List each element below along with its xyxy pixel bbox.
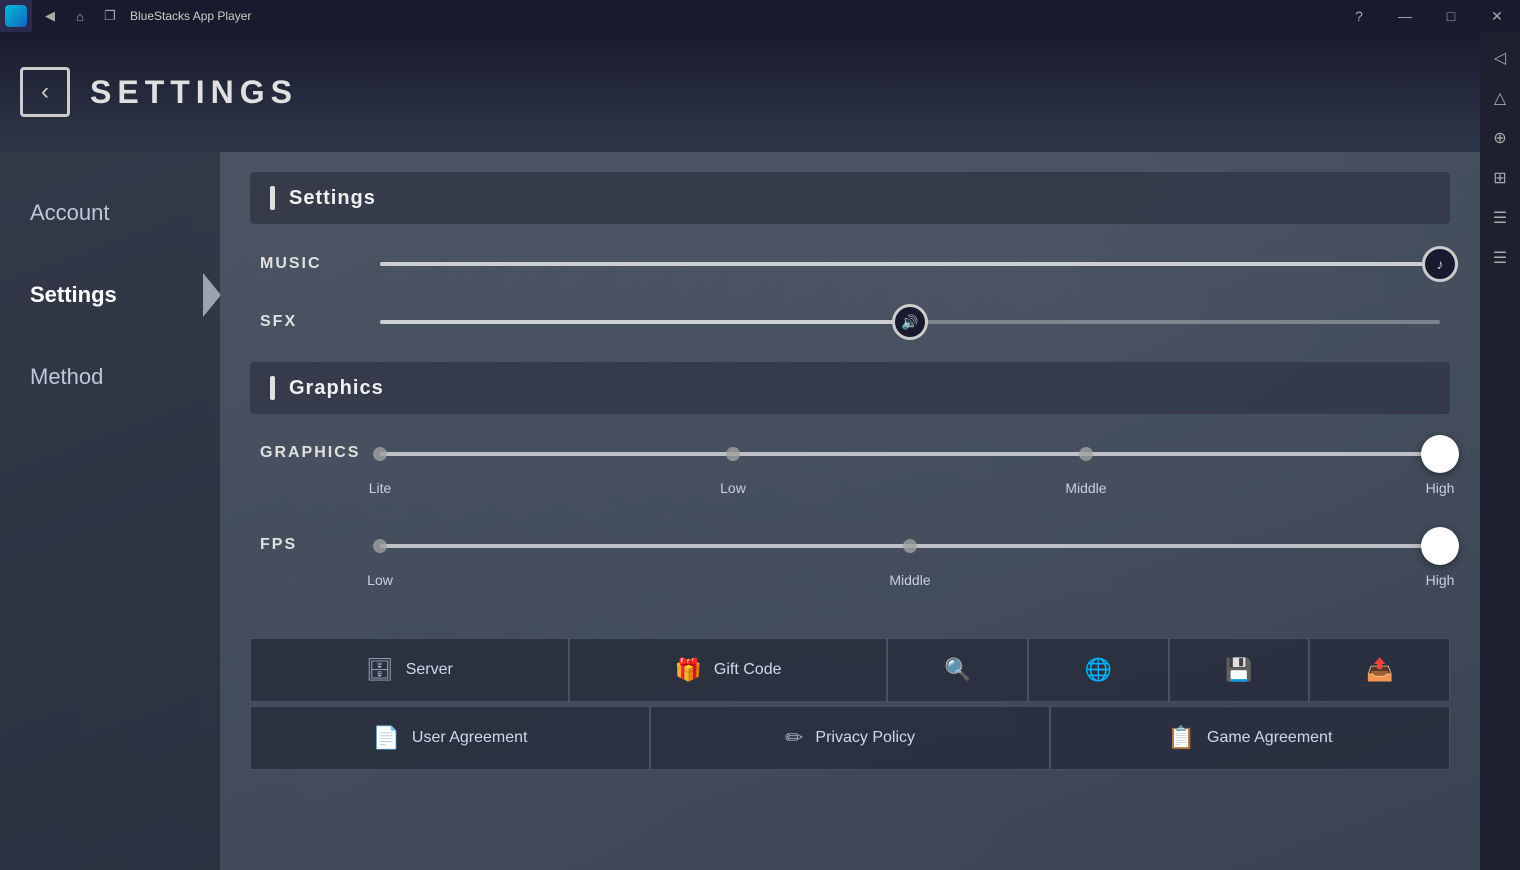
sidebar-btn-2[interactable]: △ [1482,80,1518,116]
graphics-label-low: Low [720,480,746,496]
sidebar-btn-5[interactable]: ☰ [1482,200,1518,236]
privacy-policy-button[interactable]: ✏ Privacy Policy [650,706,1050,770]
fps-label-high: High [1426,572,1455,588]
fps-slider[interactable]: Low Middle High [380,526,1440,598]
sfx-slider-row: SFX 🔊 [250,302,1450,342]
minimize-button[interactable]: — [1382,0,1428,32]
save-button[interactable]: 💾 [1169,638,1310,702]
back-button[interactable]: ‹ [20,67,70,117]
graphics-label: GRAPHICS [260,434,380,462]
server-icon: 🗄 [366,657,394,683]
gift-code-button[interactable]: 🎁 Gift Code [569,638,888,702]
graphics-slider-row: GRAPHICS Lite Low Middle High [250,434,1450,506]
bottom-buttons-row1: 🗄 Server 🎁 Gift Code 🔍 🌐 💾 📤 [250,638,1450,702]
user-agreement-button[interactable]: 📄 User Agreement [250,706,650,770]
fps-label-low: Low [367,572,393,588]
export-button[interactable]: 📤 [1309,638,1450,702]
window-controls: ? — □ ✕ [1336,0,1520,32]
sidebar-item-settings[interactable]: Settings [0,254,220,336]
fps-slider-row: FPS Low Middle High [250,526,1450,598]
gift-icon: 🎁 [675,657,702,683]
fps-thumb[interactable] [1421,527,1459,565]
graphics-dot-middle [1079,447,1093,461]
music-label: MUSIC [260,255,380,273]
settings-section-header: Settings [250,172,1450,224]
sidebar-btn-3[interactable]: ⊕ [1482,120,1518,156]
music-slider[interactable]: ♪ [380,244,1440,284]
graphics-dot-lite [373,447,387,461]
sfx-slider[interactable]: 🔊 [380,302,1440,342]
back-nav-button[interactable]: ◀ [36,2,64,30]
sfx-label: SFX [260,313,380,331]
home-nav-button[interactable]: ⌂ [66,2,94,30]
search-icon: 🔍 [944,657,971,683]
music-thumb[interactable]: ♪ [1422,246,1458,282]
fps-label-middle: Middle [889,572,930,588]
server-button[interactable]: 🗄 Server [250,638,569,702]
left-nav: Account Settings Method [0,152,220,870]
speaker-icon: 🔊 [901,314,918,331]
settings-section-title: Settings [289,187,376,210]
music-note-icon: ♪ [1437,256,1444,272]
game-agreement-button[interactable]: 📋 Game Agreement [1050,706,1450,770]
fps-dot-middle [903,539,917,553]
sfx-thumb[interactable]: 🔊 [892,304,928,340]
gift-code-label: Gift Code [714,661,782,679]
app-title: BlueStacks App Player [130,9,1336,23]
maximize-button[interactable]: □ [1428,0,1474,32]
main-area: ‹ SETTINGS Account Settings Method Setti… [0,32,1480,870]
server-label: Server [406,661,453,679]
title-bar: ◀ ⌂ ❐ BlueStacks App Player ? — □ ✕ [0,0,1520,32]
export-icon: 📤 [1366,657,1393,683]
globe-button[interactable]: 🌐 [1028,638,1169,702]
save-icon: 💾 [1225,657,1252,683]
user-agreement-label: User Agreement [412,729,528,747]
sidebar-item-account[interactable]: Account [0,172,220,254]
graphics-thumb[interactable] [1421,435,1459,473]
graphics-section-title: Graphics [289,377,384,400]
fps-dot-low [373,539,387,553]
help-button[interactable]: ? [1336,0,1382,32]
page-title: SETTINGS [90,74,298,111]
nav-controls: ◀ ⌂ ❐ [36,2,124,30]
settings-header: ‹ SETTINGS [0,32,1480,152]
document-icon: 📄 [372,725,399,751]
content-area: Settings MUSIC ♪ SFX 🔊 [220,152,1480,870]
graphics-slider[interactable]: Lite Low Middle High [380,434,1440,506]
fps-label: FPS [260,526,380,554]
edit-icon: ✏ [785,725,803,751]
graphics-label-middle: Middle [1065,480,1106,496]
graphics-label-high: High [1426,480,1455,496]
sidebar-btn-1[interactable]: ◁ [1482,40,1518,76]
privacy-policy-label: Privacy Policy [815,729,915,747]
graphics-section-header: Graphics [250,362,1450,414]
music-slider-row: MUSIC ♪ [250,244,1450,284]
search-button[interactable]: 🔍 [887,638,1028,702]
clipboard-icon: 📋 [1168,725,1195,751]
sidebar-btn-6[interactable]: ☰ [1482,240,1518,276]
sidebar-btn-4[interactable]: ⊞ [1482,160,1518,196]
globe-icon: 🌐 [1085,657,1112,683]
section-bar-graphics [270,376,275,400]
graphics-label-lite: Lite [369,480,392,496]
copy-nav-button[interactable]: ❐ [96,2,124,30]
right-sidebar: ◁ △ ⊕ ⊞ ☰ ☰ [1480,32,1520,870]
game-agreement-label: Game Agreement [1207,729,1332,747]
bottom-buttons-row2: 📄 User Agreement ✏ Privacy Policy 📋 Game… [250,706,1450,770]
graphics-dot-low [726,447,740,461]
sidebar-item-method[interactable]: Method [0,336,220,418]
close-button[interactable]: ✕ [1474,0,1520,32]
section-bar-settings [270,186,275,210]
app-icon [0,0,32,32]
